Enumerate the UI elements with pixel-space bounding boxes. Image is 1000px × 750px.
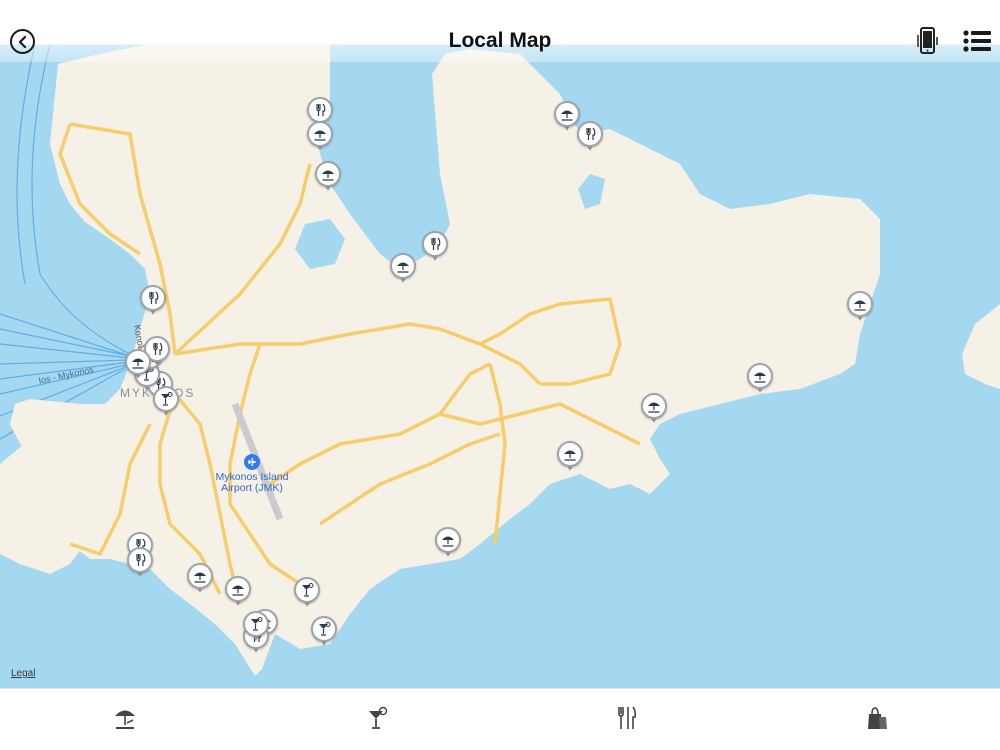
- bar-icon: [251, 617, 263, 631]
- restaurant-icon: [431, 237, 441, 250]
- pin-bubble: [747, 363, 773, 389]
- beach-pin[interactable]: [315, 161, 341, 193]
- fork-knife-icon: [618, 706, 637, 729]
- pin-bubble: [422, 231, 448, 257]
- beach-pin[interactable]: [390, 253, 416, 285]
- pin-bubble: [311, 616, 337, 642]
- tab-restaurants[interactable]: [612, 703, 642, 733]
- beach-icon: [854, 300, 866, 311]
- pin-bubble: [243, 611, 269, 637]
- page-title: Local Map: [448, 29, 552, 52]
- pin-bubble: [390, 253, 416, 279]
- bar-icon: [302, 583, 314, 597]
- legal-link[interactable]: Legal: [11, 668, 35, 679]
- beach-pin[interactable]: [307, 121, 333, 153]
- bar-pin[interactable]: [153, 386, 179, 418]
- pin-bubble: [557, 441, 583, 467]
- beach-icon: [648, 402, 660, 413]
- beach-pin[interactable]: [225, 576, 251, 608]
- airport-label-line2: Airport (JMK): [221, 482, 283, 494]
- beach-icon: [194, 572, 206, 583]
- beach-pin[interactable]: [847, 291, 873, 323]
- beach-umbrella-icon: [115, 710, 135, 729]
- menu-button[interactable]: [963, 30, 991, 52]
- top-bar: Local Map: [0, 0, 1000, 62]
- restaurant-icon: [149, 291, 159, 304]
- restaurant-pin[interactable]: [577, 121, 603, 153]
- airport-marker[interactable]: [244, 454, 260, 470]
- device-button[interactable]: [917, 27, 939, 55]
- pin-bubble: [307, 97, 333, 123]
- list-icon: [963, 30, 991, 52]
- pin-bubble: [315, 161, 341, 187]
- restaurant-pin[interactable]: [127, 547, 153, 579]
- pin-bubble: [577, 121, 603, 147]
- pin-bubble: [187, 563, 213, 589]
- bar-pin[interactable]: [243, 611, 269, 643]
- pin-bubble: [435, 527, 461, 553]
- beach-icon: [442, 536, 454, 547]
- pin-bubble: [307, 121, 333, 147]
- airplane-icon: [248, 457, 256, 467]
- beach-icon: [132, 358, 144, 369]
- bottom-tab-bar: [0, 688, 1000, 750]
- pin-bubble: [225, 576, 251, 602]
- pin-bubble: [294, 577, 320, 603]
- pin-bubble: [127, 547, 153, 573]
- restaurant-icon: [586, 127, 596, 140]
- bar-icon: [161, 392, 173, 406]
- beach-pin[interactable]: [557, 441, 583, 473]
- tab-beaches[interactable]: [110, 703, 140, 733]
- airport-label: Mykonos Island Airport (JMK): [199, 472, 305, 494]
- beach-pin[interactable]: [435, 527, 461, 559]
- pin-bubble: [125, 349, 151, 375]
- beach-pin[interactable]: [747, 363, 773, 395]
- shopping-bags-icon: [868, 707, 887, 729]
- pin-bubble: [153, 386, 179, 412]
- restaurant-icon: [153, 342, 163, 355]
- beach-icon: [564, 450, 576, 461]
- restaurant-pin[interactable]: [140, 285, 166, 317]
- tab-bars[interactable]: [362, 703, 392, 733]
- bar-icon: [319, 622, 331, 636]
- beach-icon: [232, 585, 244, 596]
- restaurant-icon: [316, 103, 326, 116]
- beach-icon: [561, 110, 573, 121]
- phone-icon: [917, 27, 938, 54]
- beach-icon: [322, 170, 334, 181]
- restaurant-pin[interactable]: [422, 231, 448, 263]
- map-view[interactable]: Ios - Mykonos Konou-Tourlou MYKONOS Myko…: [0, 44, 1000, 688]
- pin-bubble: [847, 291, 873, 317]
- restaurant-icon: [136, 553, 146, 566]
- bar-pin[interactable]: [294, 577, 320, 609]
- pin-bubble: [140, 285, 166, 311]
- beach-icon: [397, 262, 409, 273]
- beach-icon: [754, 372, 766, 383]
- cocktail-icon: [369, 706, 388, 729]
- beach-pin[interactable]: [125, 349, 151, 381]
- beach-pin[interactable]: [641, 393, 667, 425]
- pin-bubble: [641, 393, 667, 419]
- beach-icon: [314, 130, 326, 141]
- tab-shopping[interactable]: [862, 703, 892, 733]
- beach-pin[interactable]: [187, 563, 213, 595]
- bar-pin[interactable]: [311, 616, 337, 648]
